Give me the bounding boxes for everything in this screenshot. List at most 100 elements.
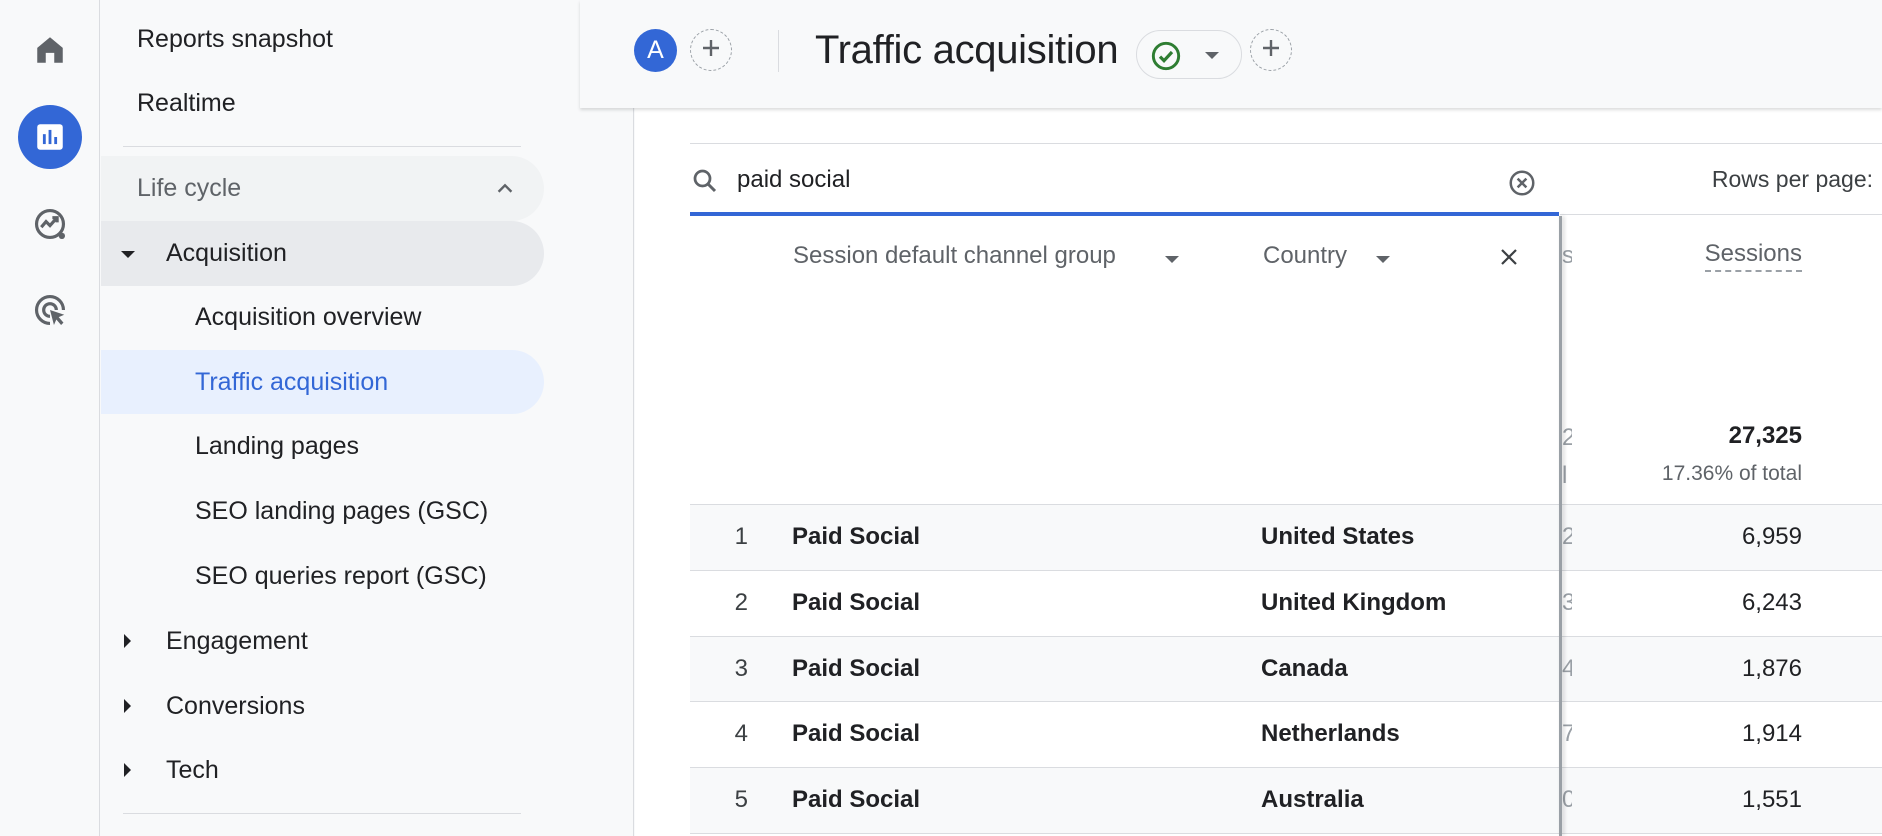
nav-section-life-cycle[interactable]: Life cycle: [101, 156, 544, 221]
row-index: 5: [734, 786, 748, 813]
cell-country: Canada: [1261, 655, 1348, 682]
hidden-column-peek: 3: [1562, 589, 1572, 616]
cell-country: Australia: [1261, 786, 1364, 813]
rows-per-page-label: Rows per page:: [1711, 166, 1873, 192]
hidden-column-peek: 0: [1562, 786, 1572, 813]
cell-country: United Kingdom: [1261, 589, 1447, 616]
nav-item-label: Traffic acquisition: [195, 367, 389, 396]
row-index: 3: [734, 655, 748, 682]
cell-channel: Paid Social: [792, 655, 921, 682]
search-input[interactable]: paid social: [737, 166, 850, 194]
nav-group-label: Acquisition: [166, 239, 287, 267]
bar-chart-icon: [33, 120, 67, 154]
add-comparison-button[interactable]: [690, 29, 732, 71]
rail-explore-button[interactable]: [18, 192, 82, 256]
nav-divider: [123, 813, 521, 814]
table-row[interactable]: 2 Paid Social United Kingdom 3 6,243: [690, 570, 1882, 636]
sessions-total: 27,325: [1728, 422, 1802, 449]
rail-reports-button[interactable]: [18, 105, 82, 169]
cell-sessions: 6,959: [1741, 523, 1802, 550]
nav-item-seo-queries-report[interactable]: SEO queries report (GSC): [101, 544, 544, 608]
cell-sessions: 1,551: [1741, 786, 1802, 813]
nav-section-label: Life cycle: [137, 174, 242, 202]
search-icon: [690, 166, 720, 201]
table-row[interactable]: 1 Paid Social United States 2 6,959: [690, 504, 1882, 570]
cell-country: Netherlands: [1261, 720, 1400, 747]
nav-item-label: Landing pages: [195, 431, 360, 460]
row-index: 2: [734, 589, 748, 616]
cell-channel: Paid Social: [792, 786, 921, 813]
row-index: 4: [734, 720, 748, 747]
hidden-column-peek: 2: [1562, 523, 1572, 550]
caret-down-icon[interactable]: [1165, 256, 1179, 263]
report-navigation: Reports snapshot Realtime Life cycle Acq…: [101, 0, 634, 836]
nav-divider: [123, 146, 521, 147]
nav-item-reports-snapshot[interactable]: Reports snapshot: [137, 7, 333, 71]
home-icon: [33, 33, 67, 67]
nav-group-tech[interactable]: Tech: [101, 738, 544, 802]
add-card-button[interactable]: [1250, 29, 1292, 71]
hidden-column-peek: 4: [1562, 655, 1572, 682]
cell-channel: Paid Social: [792, 589, 921, 616]
hidden-column-peek: s: [1562, 242, 1572, 269]
rail-home-button[interactable]: [18, 18, 82, 82]
nav-item-label: SEO queries report (GSC): [195, 561, 487, 590]
divider: [690, 833, 1882, 834]
left-rail: [0, 0, 100, 836]
check-circle-icon: [1150, 40, 1182, 77]
comparison-avatar[interactable]: A: [634, 29, 677, 72]
frozen-column-divider[interactable]: [1559, 216, 1562, 836]
table-row[interactable]: 4 Paid Social Netherlands 7 1,914: [690, 701, 1882, 767]
nav-item-acquisition-overview[interactable]: Acquisition overview: [101, 285, 544, 349]
column-header-sessions[interactable]: Sessions: [1704, 240, 1802, 272]
hidden-column-peek: 7: [1562, 720, 1572, 747]
report-content: paid social Rows per page: Session defau…: [635, 108, 1882, 836]
search-focus-underline: [690, 212, 1559, 216]
cell-country: United States: [1261, 523, 1415, 550]
table-search[interactable]: paid social: [690, 144, 1559, 216]
clear-search-icon[interactable]: [1507, 168, 1537, 203]
cell-channel: Paid Social: [792, 523, 921, 550]
nav-item-traffic-acquisition[interactable]: Traffic acquisition: [101, 350, 544, 414]
report-status-menu[interactable]: [1136, 30, 1242, 79]
table-row[interactable]: 3 Paid Social Canada 4 1,876: [690, 636, 1882, 702]
row-index: 1: [734, 523, 748, 550]
cell-sessions: 1,914: [1741, 720, 1802, 747]
nav-group-acquisition[interactable]: Acquisition: [101, 221, 544, 286]
table-row[interactable]: 5 Paid Social Australia 0 1,551: [690, 767, 1882, 833]
hidden-column-peek: l: [1562, 462, 1568, 489]
nav-item-realtime[interactable]: Realtime: [137, 71, 236, 135]
nav-item-label: Acquisition overview: [195, 302, 422, 331]
caret-down-icon[interactable]: [1376, 256, 1390, 263]
cell-sessions: 6,243: [1741, 589, 1802, 616]
nav-group-engagement[interactable]: Engagement: [101, 609, 544, 673]
nav-group-label: Tech: [166, 755, 219, 784]
cell-sessions: 1,876: [1741, 655, 1802, 682]
plus-icon: [1259, 36, 1283, 65]
remove-dimension-icon[interactable]: [1497, 245, 1521, 274]
caret-right-icon: [124, 763, 131, 777]
nav-group-label: Conversions: [166, 691, 305, 720]
caret-right-icon: [124, 699, 131, 713]
plus-icon: [699, 36, 723, 65]
nav-item-landing-pages[interactable]: Landing pages: [101, 414, 544, 478]
app-root: Reports snapshot Realtime Life cycle Acq…: [0, 0, 1882, 836]
rail-advertising-button[interactable]: [18, 278, 82, 342]
hidden-column-peek: 2: [1562, 424, 1572, 451]
explore-trend-icon: [31, 205, 69, 243]
divider: [1560, 214, 1882, 215]
nav-item-label: SEO landing pages (GSC): [195, 496, 489, 525]
nav-group-conversions[interactable]: Conversions: [101, 674, 544, 738]
column-header-country[interactable]: Country: [1263, 242, 1347, 270]
caret-right-icon: [124, 634, 131, 648]
cell-channel: Paid Social: [792, 720, 921, 747]
nav-group-label: Engagement: [166, 626, 308, 655]
header-divider: [778, 30, 779, 72]
caret-down-icon: [1205, 52, 1219, 59]
chevron-up-icon: [494, 178, 516, 205]
target-cursor-icon: [31, 291, 69, 329]
column-header-channel-group[interactable]: Session default channel group: [793, 242, 1116, 270]
nav-item-seo-landing-pages[interactable]: SEO landing pages (GSC): [101, 479, 544, 543]
sessions-total-percent: 17.36% of total: [1661, 462, 1802, 485]
page-title: Traffic acquisition: [815, 28, 1119, 72]
